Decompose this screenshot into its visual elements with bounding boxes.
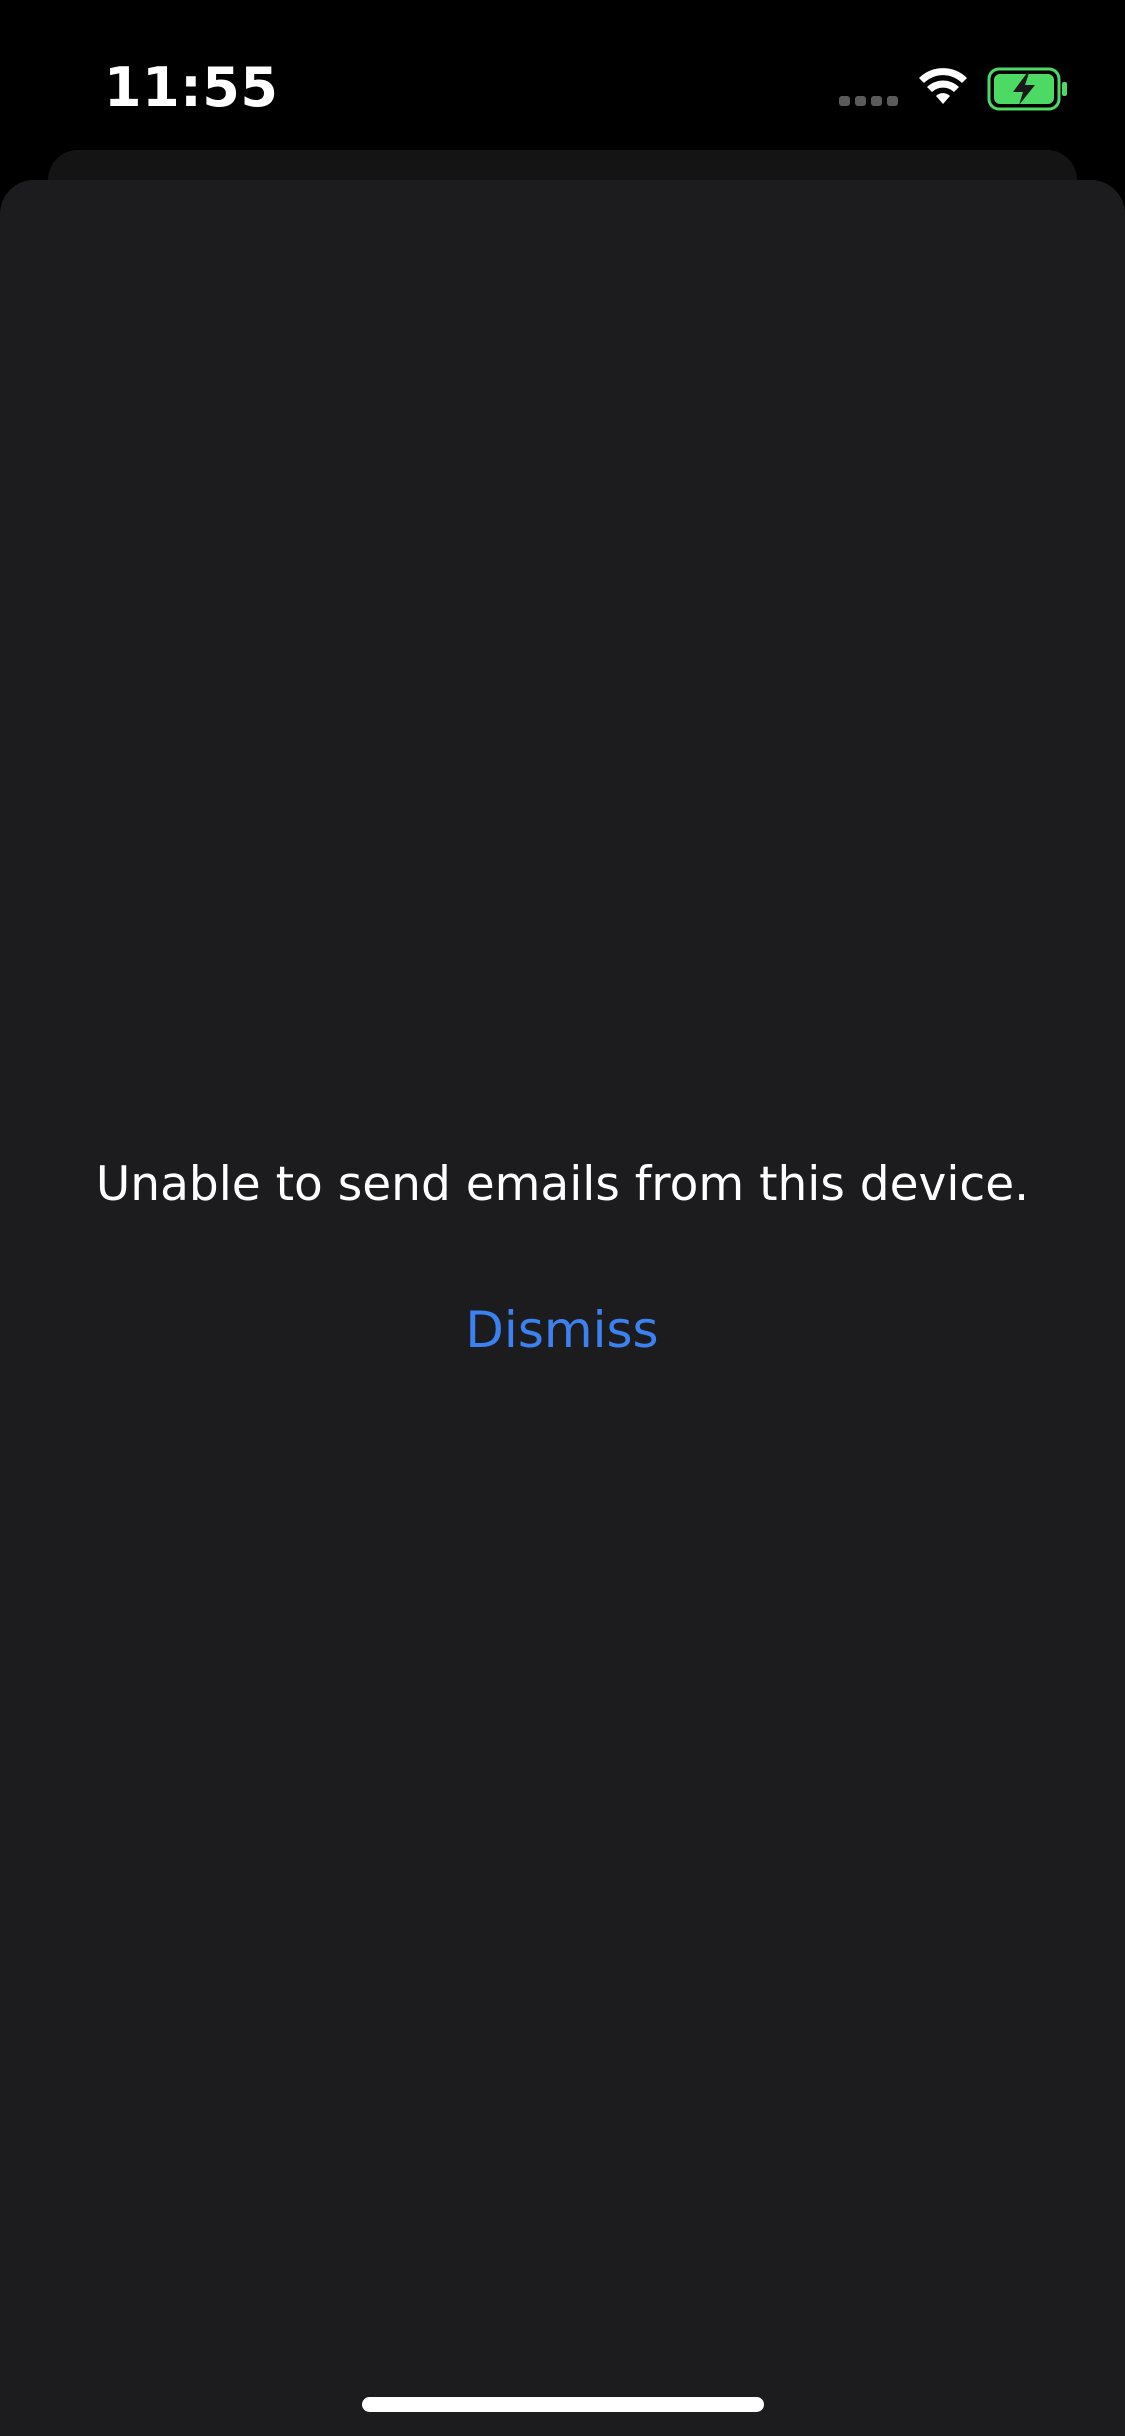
cellular-signal-icon bbox=[839, 96, 899, 106]
status-bar: 11:55 bbox=[0, 0, 1125, 140]
wifi-icon bbox=[919, 68, 967, 104]
phone-screen: 11:55 Unable to send emails from this de… bbox=[0, 0, 1125, 2436]
battery-charging-icon bbox=[987, 67, 1067, 111]
status-time: 11:55 bbox=[104, 56, 279, 119]
error-message: Unable to send emails from this device. bbox=[95, 1157, 1030, 1212]
dismiss-button[interactable]: Dismiss bbox=[412, 1290, 712, 1370]
home-indicator[interactable] bbox=[362, 2397, 764, 2412]
